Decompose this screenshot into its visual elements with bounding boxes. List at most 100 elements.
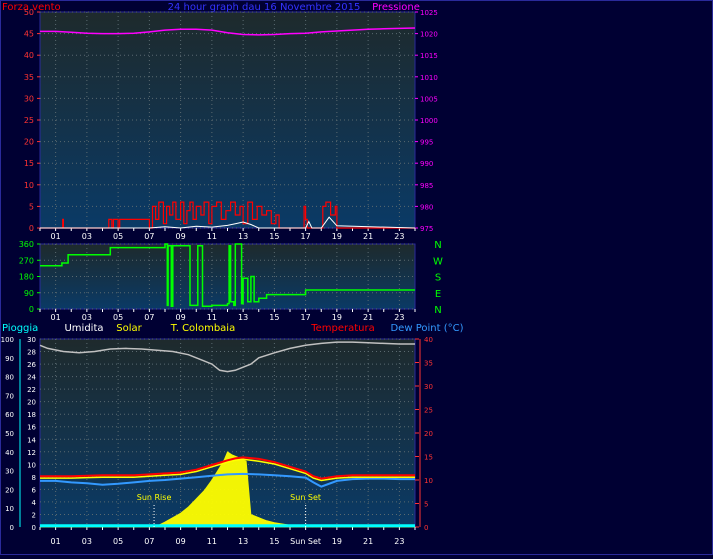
direction-ytick-label: 0 xyxy=(29,305,34,314)
sun-event-label: Sun Rise xyxy=(137,493,172,502)
temperature-label: Temperatura xyxy=(310,323,375,334)
rain-ytick-label: 30 xyxy=(5,468,14,476)
rain-label: Pioggia xyxy=(2,323,38,334)
humidity-ytick-label: 8 xyxy=(32,474,36,482)
humidity-ytick-label: 28 xyxy=(27,349,36,357)
rain-ytick-label: 0 xyxy=(10,524,14,532)
wind-xtick-label: 17 xyxy=(301,232,311,241)
compass-direction-label: N xyxy=(434,240,441,251)
humidity-ytick-label: 0 xyxy=(32,524,36,532)
weather-chart-svg: Forza vento 24 hour graph dau 16 Novembr… xyxy=(0,0,713,555)
direction-xtick-label: 03 xyxy=(82,313,92,322)
temp-xtick-label: 21 xyxy=(363,537,373,546)
humidity-ytick-label: 30 xyxy=(27,336,36,344)
wind-xtick-label: 15 xyxy=(269,232,279,241)
direction-xtick-label: 21 xyxy=(363,313,373,322)
temp-ytick-label: 25 xyxy=(424,407,433,415)
wind-ytick-label: 10 xyxy=(24,181,34,190)
pressure-ytick-label: 990 xyxy=(420,160,433,168)
pressure-ytick-label: 1025 xyxy=(420,9,438,17)
wind-ytick-label: 45 xyxy=(24,30,34,39)
wind-xtick-label: 23 xyxy=(394,232,404,241)
wind-pressure-panel: 0510152025303540455097598098599099510001… xyxy=(24,8,438,241)
humidity-ytick-label: 16 xyxy=(27,424,36,432)
pressure-ytick-label: 975 xyxy=(420,225,433,233)
wind-ytick-label: 15 xyxy=(24,159,34,168)
weather-chart-stage: Forza vento 24 hour graph dau 16 Novembr… xyxy=(0,0,713,555)
wind-ytick-label: 0 xyxy=(29,224,34,233)
temp-humidity-panel: 0102030405060708090100024681012141618202… xyxy=(1,336,433,546)
direction-xtick-label: 09 xyxy=(176,313,186,322)
temp-xtick-label: 11 xyxy=(207,537,217,546)
wind-ytick-label: 40 xyxy=(24,51,34,60)
direction-ytick-label: 270 xyxy=(19,256,34,265)
wind-xtick-label: 13 xyxy=(238,232,248,241)
wind-xtick-label: 05 xyxy=(113,232,123,241)
humidity-label: Umidita xyxy=(64,323,103,334)
temp-ytick-label: 40 xyxy=(424,336,433,344)
direction-xtick-label: 07 xyxy=(144,313,154,322)
humidity-ytick-label: 10 xyxy=(27,461,36,469)
humidity-ytick-label: 24 xyxy=(27,374,36,382)
humidity-ytick-label: 20 xyxy=(27,399,36,407)
rain-ytick-label: 50 xyxy=(5,430,14,438)
pressure-ytick-label: 1020 xyxy=(420,31,438,39)
wind-xtick-label: 11 xyxy=(207,232,217,241)
wind-xtick-label: 21 xyxy=(363,232,373,241)
humidity-ytick-label: 22 xyxy=(27,386,36,394)
temp-ytick-label: 0 xyxy=(424,524,428,532)
compass-direction-label: N xyxy=(434,305,441,316)
rain-ytick-label: 60 xyxy=(5,411,14,419)
wind-xtick-label: 03 xyxy=(82,232,92,241)
pressure-ytick-label: 995 xyxy=(420,139,433,147)
rain-ytick-label: 90 xyxy=(5,355,14,363)
humidity-ytick-label: 2 xyxy=(32,511,36,519)
pressure-ytick-label: 980 xyxy=(420,203,433,211)
wind-ytick-label: 5 xyxy=(29,202,34,211)
direction-ytick-label: 360 xyxy=(19,240,34,249)
compass-direction-label: W xyxy=(433,256,443,267)
direction-xtick-label: 11 xyxy=(207,313,217,322)
temp-xtick-label: 13 xyxy=(238,537,248,546)
direction-xtick-label: 19 xyxy=(332,313,342,322)
sun-event-label: Sun Set xyxy=(290,493,321,502)
compass-direction-label: E xyxy=(435,289,441,300)
pressure-label: Pressione xyxy=(372,2,420,13)
temp-xtick-label: Sun Set xyxy=(290,537,321,546)
direction-ytick-label: 90 xyxy=(24,289,34,298)
wind-ytick-label: 25 xyxy=(24,116,34,125)
wind-ytick-label: 35 xyxy=(24,73,34,82)
pressure-ytick-label: 1005 xyxy=(420,95,438,103)
rain-ytick-label: 100 xyxy=(1,336,14,344)
rain-ytick-label: 20 xyxy=(5,486,14,494)
rain-ytick-label: 10 xyxy=(5,505,14,513)
humidity-ytick-label: 6 xyxy=(32,486,37,494)
temp-xtick-label: 03 xyxy=(82,537,92,546)
humidity-ytick-label: 14 xyxy=(27,436,36,444)
humidity-ytick-label: 12 xyxy=(27,449,36,457)
temp-xtick-label: 15 xyxy=(269,537,279,546)
wind-ytick-label: 50 xyxy=(24,8,34,17)
direction-ytick-label: 180 xyxy=(19,273,34,282)
temp-ytick-label: 15 xyxy=(424,454,433,462)
temp-ytick-label: 10 xyxy=(424,477,433,485)
temp-xtick-label: 05 xyxy=(113,537,123,546)
rain-ytick-label: 80 xyxy=(5,374,14,382)
wind-direction-panel: 090180270360 NWSEN01 03 05 07 09 11 13 15 17 19 21 2… xyxy=(19,240,443,322)
solar-label: Solar xyxy=(116,323,142,334)
direction-xtick-label: 13 xyxy=(238,313,248,322)
temp-ytick-label: 35 xyxy=(424,360,433,368)
direction-xtick-label: 05 xyxy=(113,313,123,322)
humidity-ytick-label: 4 xyxy=(32,499,37,507)
temp-xtick-label: 23 xyxy=(394,537,404,546)
colombaia-temp-label: T. Colombaia xyxy=(170,323,235,334)
temp-ytick-label: 30 xyxy=(424,383,433,391)
wind-ytick-label: 30 xyxy=(24,94,34,103)
direction-xtick-label: 15 xyxy=(269,313,279,322)
pressure-ytick-label: 985 xyxy=(420,182,433,190)
temp-ytick-label: 20 xyxy=(424,430,433,438)
chart-title: 24 hour graph dau 16 Novembre 2015 xyxy=(168,2,361,13)
wind-xtick-label: 19 xyxy=(332,232,342,241)
rain-ytick-label: 40 xyxy=(5,449,14,457)
direction-xtick-label: 01 xyxy=(51,313,61,322)
